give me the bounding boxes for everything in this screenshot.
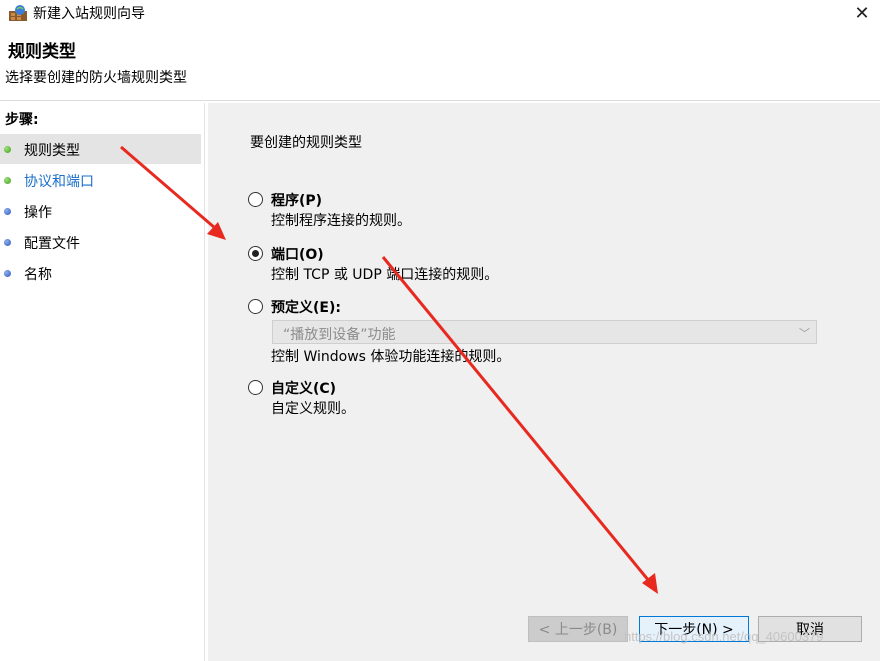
step-label: 操作 — [24, 205, 52, 221]
step-current-bullet-icon — [4, 146, 11, 153]
step-label[interactable]: 协议和端口 — [24, 171, 94, 191]
predefined-radio[interactable] — [248, 299, 263, 314]
chevron-down-icon: ﹀ — [799, 327, 810, 340]
page-subtitle: 选择要创建的防火墙规则类型 — [5, 70, 187, 86]
predefined-description: 控制 Windows 体验功能连接的规则。 — [271, 349, 511, 365]
main-panel: 要创建的规则类型 程序(P) 控制程序连接的规则。 端口(O) 控制 TCP 或… — [208, 103, 880, 661]
port-label[interactable]: 端口(O) — [271, 244, 324, 264]
title-bar: 新建入站规则向导 ✕ — [0, 0, 880, 26]
rule-type-question: 要创建的规则类型 — [250, 135, 362, 151]
predefined-select-value: “播放到设备”功能 — [283, 327, 396, 343]
steps-sidebar: 步骤: 规则类型 协议和端口 操作 配置文件 名称 — [0, 103, 205, 661]
step-bullet-icon — [4, 239, 11, 246]
step-label: 配置文件 — [24, 236, 80, 252]
back-button: < 上一步(B) — [528, 616, 628, 642]
predefined-label[interactable]: 预定义(E): — [271, 297, 341, 317]
step-action: 操作 — [0, 196, 201, 226]
page-header: 规则类型 选择要创建的防火墙规则类型 — [0, 26, 880, 100]
header-divider — [0, 100, 880, 101]
steps-heading: 步骤: — [5, 112, 39, 128]
custom-radio[interactable] — [248, 380, 263, 395]
port-radio[interactable] — [248, 246, 263, 261]
step-bullet-icon — [4, 270, 11, 277]
program-description: 控制程序连接的规则。 — [271, 213, 411, 229]
step-rule-type: 规则类型 — [0, 134, 201, 164]
firewall-app-icon — [9, 5, 27, 21]
program-label[interactable]: 程序(P) — [271, 190, 322, 210]
step-label: 名称 — [24, 267, 52, 283]
step-label: 规则类型 — [24, 143, 80, 159]
step-profile: 配置文件 — [0, 227, 201, 257]
custom-description: 自定义规则。 — [271, 401, 355, 417]
step-protocol-port[interactable]: 协议和端口 — [0, 165, 201, 195]
step-name: 名称 — [0, 258, 201, 288]
port-description: 控制 TCP 或 UDP 端口连接的规则。 — [271, 267, 499, 283]
program-radio[interactable] — [248, 192, 263, 207]
window-title: 新建入站规则向导 — [33, 6, 145, 22]
step-bullet-icon — [4, 177, 11, 184]
close-icon: ✕ — [854, 2, 870, 24]
watermark: https://blog.csdn.net/qq_40600379 — [624, 629, 824, 644]
close-button[interactable]: ✕ — [844, 0, 880, 26]
page-title: 规则类型 — [8, 42, 76, 62]
step-bullet-icon — [4, 208, 11, 215]
custom-label[interactable]: 自定义(C) — [271, 378, 336, 398]
predefined-select: “播放到设备”功能 ﹀ — [272, 320, 817, 344]
